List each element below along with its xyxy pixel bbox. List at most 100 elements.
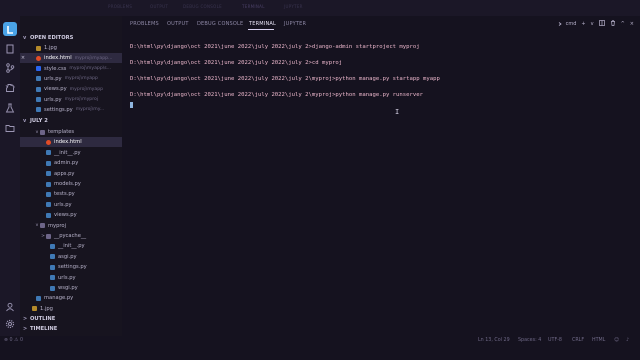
title-strip: PROBLEMS OUTPUT DEBUG CONSOLE TERMINAL J… — [0, 0, 640, 16]
ghost-tab-debug-console: DEBUG CONSOLE — [183, 4, 222, 9]
html-file-icon — [46, 139, 51, 145]
trash-icon[interactable] — [610, 20, 616, 28]
open-editor-item[interactable]: settings.py myproj\my... — [20, 105, 122, 115]
split-icon[interactable] — [598, 20, 605, 28]
chevron-down-icon[interactable]: v — [591, 21, 594, 27]
tree-file[interactable]: wsgi.py — [20, 283, 122, 293]
open-editor-name: urls.py — [44, 75, 62, 82]
py-file-icon — [36, 76, 41, 82]
chevron-down-icon: v — [23, 118, 27, 124]
py-file-icon — [50, 285, 55, 291]
tree-file[interactable]: asgi.py — [20, 252, 122, 262]
account-icon[interactable] — [4, 301, 16, 313]
tree-item-name: __init__.py — [54, 149, 81, 156]
encoding[interactable]: UTF-8 — [548, 338, 562, 343]
tree-file[interactable]: admin.py — [20, 158, 122, 168]
shell-selector[interactable]: cmd — [558, 21, 577, 27]
open-editor-name: 1.jpg — [44, 45, 57, 51]
timeline-header[interactable]: > TIMELINE — [20, 324, 122, 334]
tab-terminal[interactable]: TERMINAL — [249, 21, 276, 27]
py-file-icon — [50, 243, 55, 249]
close-icon[interactable]: × — [20, 55, 26, 61]
folder-icon — [40, 223, 45, 229]
tree-file[interactable]: __init__.py — [20, 241, 122, 251]
py-file-icon — [50, 254, 55, 260]
problems-count[interactable]: ⊗ 0 ⚠ 0 — [4, 338, 23, 343]
open-editor-item[interactable]: style.css myproj\myapp\s... — [20, 64, 122, 74]
tree-folder[interactable]: v templates — [20, 127, 122, 137]
tab-jupyter[interactable]: JUPYTER — [284, 21, 306, 27]
py-file-icon — [46, 160, 51, 166]
source-control-icon[interactable] — [4, 62, 16, 74]
open-editor-item[interactable]: urls.py myproj\myproj — [20, 95, 122, 105]
open-editor-path: myproj\myapp — [64, 76, 98, 82]
tree-folder[interactable]: > __pycache__ — [20, 231, 122, 241]
open-editors-header[interactable]: v OPEN EDITORS — [20, 33, 122, 43]
timeline-label: TIMELINE — [30, 326, 58, 332]
py-file-icon — [46, 212, 51, 218]
chevron-up-icon[interactable]: ^ — [621, 21, 625, 27]
outline-label: OUTLINE — [30, 316, 56, 322]
tree-item-name: apps.py — [54, 170, 75, 177]
terminal-line: D:\html\py\django\oct 2021\june 2022\jul… — [130, 76, 440, 82]
tree-item-name: urls.py — [58, 274, 76, 281]
ghost-tab-output: OUTPUT — [150, 4, 169, 9]
feedback-icon[interactable]: ☺ — [614, 338, 619, 343]
folder-icon[interactable] — [4, 122, 16, 134]
html-file-icon — [36, 55, 41, 61]
open-editor-item[interactable]: × index.html myproj\myapp... — [20, 53, 122, 64]
tree-file[interactable]: settings.py — [20, 262, 122, 272]
tree-file[interactable]: tests.py — [20, 189, 122, 199]
tree-folder[interactable]: v myproj — [20, 221, 122, 231]
tree-item-name: manage.py — [44, 295, 74, 302]
tree-file[interactable]: index.html — [20, 137, 122, 148]
py-file-icon — [50, 275, 55, 281]
open-editor-item[interactable]: views.py myproj\myapp — [20, 84, 122, 94]
tree-item-name: wsgi.py — [58, 285, 78, 291]
tree-item-name: 1.jpg — [40, 305, 53, 312]
terminal-line: D:\html\py\django\oct 2021\june 2022\jul… — [130, 44, 420, 50]
tree-file[interactable]: __init__.py — [20, 148, 122, 158]
shell-label: cmd — [565, 21, 577, 27]
tree-file[interactable]: 1.jpg — [20, 304, 122, 314]
language-mode[interactable]: HTML — [592, 338, 605, 343]
img-file-icon — [32, 306, 37, 312]
tab-problems[interactable]: PROBLEMS — [130, 21, 159, 27]
flask-icon[interactable] — [4, 102, 16, 114]
chevron-right-icon: > — [23, 326, 28, 332]
files-icon[interactable] — [4, 43, 16, 55]
app-logo-icon[interactable] — [3, 22, 17, 36]
tab-output[interactable]: OUTPUT — [167, 21, 189, 27]
bell-icon[interactable]: ♪ — [626, 338, 629, 343]
workspace-header[interactable]: v JULY 2 — [20, 116, 122, 126]
tree-item-name: admin.py — [54, 160, 79, 167]
py-file-icon — [46, 191, 51, 197]
tree-file[interactable]: urls.py — [20, 200, 122, 210]
tree-item-name: __init__.py — [58, 243, 85, 250]
outline-header[interactable]: > OUTLINE — [20, 314, 122, 324]
tab-debug-console[interactable]: DEBUG CONSOLE — [197, 21, 243, 27]
py-file-icon — [36, 295, 41, 301]
tree-item-name: settings.py — [58, 264, 87, 271]
panel-tabs: PROBLEMS OUTPUT DEBUG CONSOLE TERMINAL J… — [122, 16, 640, 32]
line-ending[interactable]: CRLF — [572, 338, 584, 343]
tree-file[interactable]: models.py — [20, 179, 122, 189]
tree-file[interactable]: urls.py — [20, 273, 122, 283]
close-icon[interactable]: × — [630, 21, 634, 27]
py-file-icon — [36, 97, 41, 102]
open-editor-item[interactable]: 1.jpg — [20, 43, 122, 53]
tree-file[interactable]: manage.py — [20, 293, 122, 303]
gear-icon[interactable] — [4, 318, 16, 330]
open-editor-item[interactable]: urls.py myproj\myapp — [20, 74, 122, 84]
plus-icon[interactable]: + — [581, 21, 585, 27]
py-file-icon — [36, 107, 41, 113]
py-file-icon — [46, 202, 51, 208]
tree-item-name: tests.py — [54, 191, 75, 198]
cursor-position[interactable]: Ln 13, Col 29 — [478, 338, 510, 343]
indentation[interactable]: Spaces: 4 — [518, 338, 541, 343]
folder-icon — [46, 233, 51, 239]
tree-file[interactable]: apps.py — [20, 169, 122, 179]
tree-file[interactable]: views.py — [20, 210, 122, 220]
py-file-icon — [46, 150, 51, 156]
extensions-icon[interactable] — [4, 82, 16, 94]
